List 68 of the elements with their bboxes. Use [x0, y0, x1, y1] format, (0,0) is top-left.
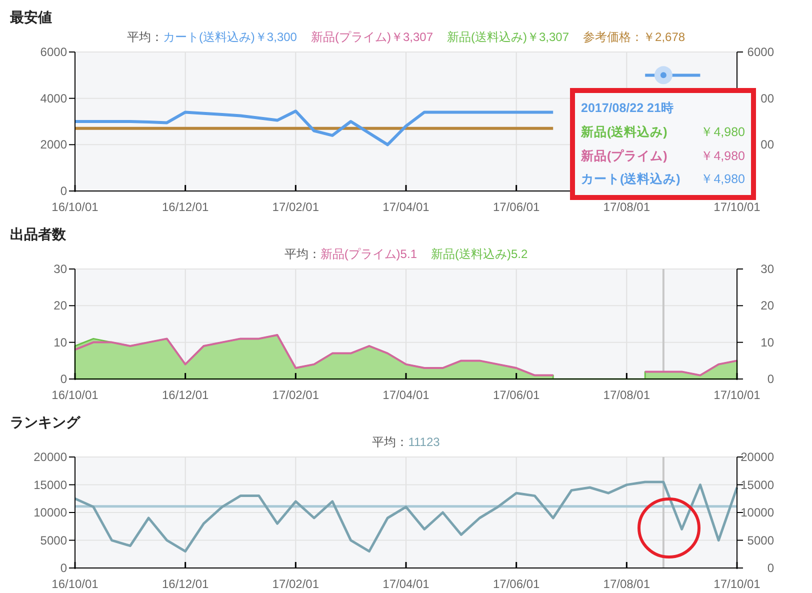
average-label: 平均： — [372, 434, 408, 451]
axis-label: 10 — [760, 335, 774, 350]
hover-marker — [654, 66, 672, 84]
axis-label: 17/10/01 — [714, 388, 760, 402]
axis-label: 17/08/01 — [603, 200, 650, 214]
axis-label: 16/10/01 — [52, 200, 98, 214]
axis-label: 5000 — [747, 533, 774, 548]
axis-label: 17/10/01 — [714, 577, 760, 591]
tooltip-label: 新品(プライム) — [581, 148, 668, 165]
tooltip-label: カート(送料込み) — [581, 171, 680, 188]
axis-label: 0 — [767, 372, 774, 386]
axis-label: 17/04/01 — [382, 388, 430, 402]
axis-label: 16/10/01 — [52, 388, 98, 402]
axis-label: 17/04/01 — [382, 200, 430, 214]
axis-label: 16/12/01 — [162, 388, 209, 402]
axis-label: 15000 — [740, 478, 774, 492]
highlight-circle — [638, 498, 700, 558]
average-value: 新品(送料込み)￥3,307 — [447, 29, 570, 46]
axis-label: 16/12/01 — [162, 200, 209, 214]
tooltip-value: ￥4,980 — [700, 124, 745, 141]
axis-label: 10 — [54, 335, 67, 350]
axis-label: 17/08/01 — [603, 577, 650, 591]
axis-label: 17/06/01 — [492, 388, 540, 402]
tooltip-label: 新品(送料込み) — [581, 124, 668, 141]
axis-label: 17/02/01 — [272, 200, 320, 214]
axis-label: 10000 — [34, 506, 67, 520]
axis-label: 10000 — [740, 506, 774, 520]
tooltip-value: ￥4,980 — [700, 148, 745, 164]
axis-label: 30 — [54, 263, 67, 276]
average-value: 新品(プライム)￥3,307 — [310, 29, 433, 46]
axis-label: 2000 — [40, 138, 67, 152]
axis-label: 16/12/01 — [162, 577, 209, 591]
axis-label: 0 — [60, 184, 67, 198]
axis-label: 20000 — [34, 451, 67, 464]
tooltip-value: ￥4,980 — [700, 171, 745, 188]
axis-label: 6000 — [40, 46, 67, 59]
axis-label: 17/10/01 — [714, 200, 760, 214]
average-label: 平均： — [126, 29, 163, 46]
section-title: 最安値 — [9, 8, 52, 27]
axis-label: 17/02/01 — [272, 577, 320, 591]
axis-label: 17/06/01 — [492, 577, 540, 591]
axis-label: 17/04/01 — [382, 577, 430, 591]
section-title: 出品者数 — [9, 225, 66, 244]
axis-label: 16/10/01 — [52, 577, 98, 591]
axis-label: 00 — [760, 91, 774, 106]
tooltip-date: 2017/08/22 21時 — [581, 100, 674, 117]
axis-label: 0 — [60, 561, 67, 575]
axis-label: 17/08/01 — [603, 388, 650, 402]
section-title: ランキング — [9, 413, 80, 432]
axis-label: 00 — [760, 138, 774, 152]
axis-label: 20 — [760, 298, 774, 313]
axis-label: 15000 — [34, 478, 67, 492]
axis-label: 20 — [54, 298, 67, 313]
axis-label: 0 — [767, 561, 774, 575]
average-value: 新品(プライム)5.1 — [320, 246, 417, 263]
average-value: 11123 — [408, 434, 440, 451]
average-value: 新品(送料込み)5.2 — [431, 246, 528, 263]
average-label: 平均： — [284, 246, 320, 263]
axis-label: 6000 — [747, 46, 774, 59]
axis-label: 4000 — [40, 91, 67, 106]
average-value: カート(送料込み)￥3,300 — [162, 29, 297, 46]
average-value: 参考価格：￥2,678 — [583, 29, 686, 46]
axis-label: 30 — [760, 263, 774, 276]
axis-label: 0 — [60, 372, 67, 386]
axis-label: 20000 — [740, 451, 774, 464]
axis-label: 17/02/01 — [272, 388, 320, 402]
axis-label: 5000 — [40, 533, 67, 548]
axis-label: 17/06/01 — [492, 200, 540, 214]
